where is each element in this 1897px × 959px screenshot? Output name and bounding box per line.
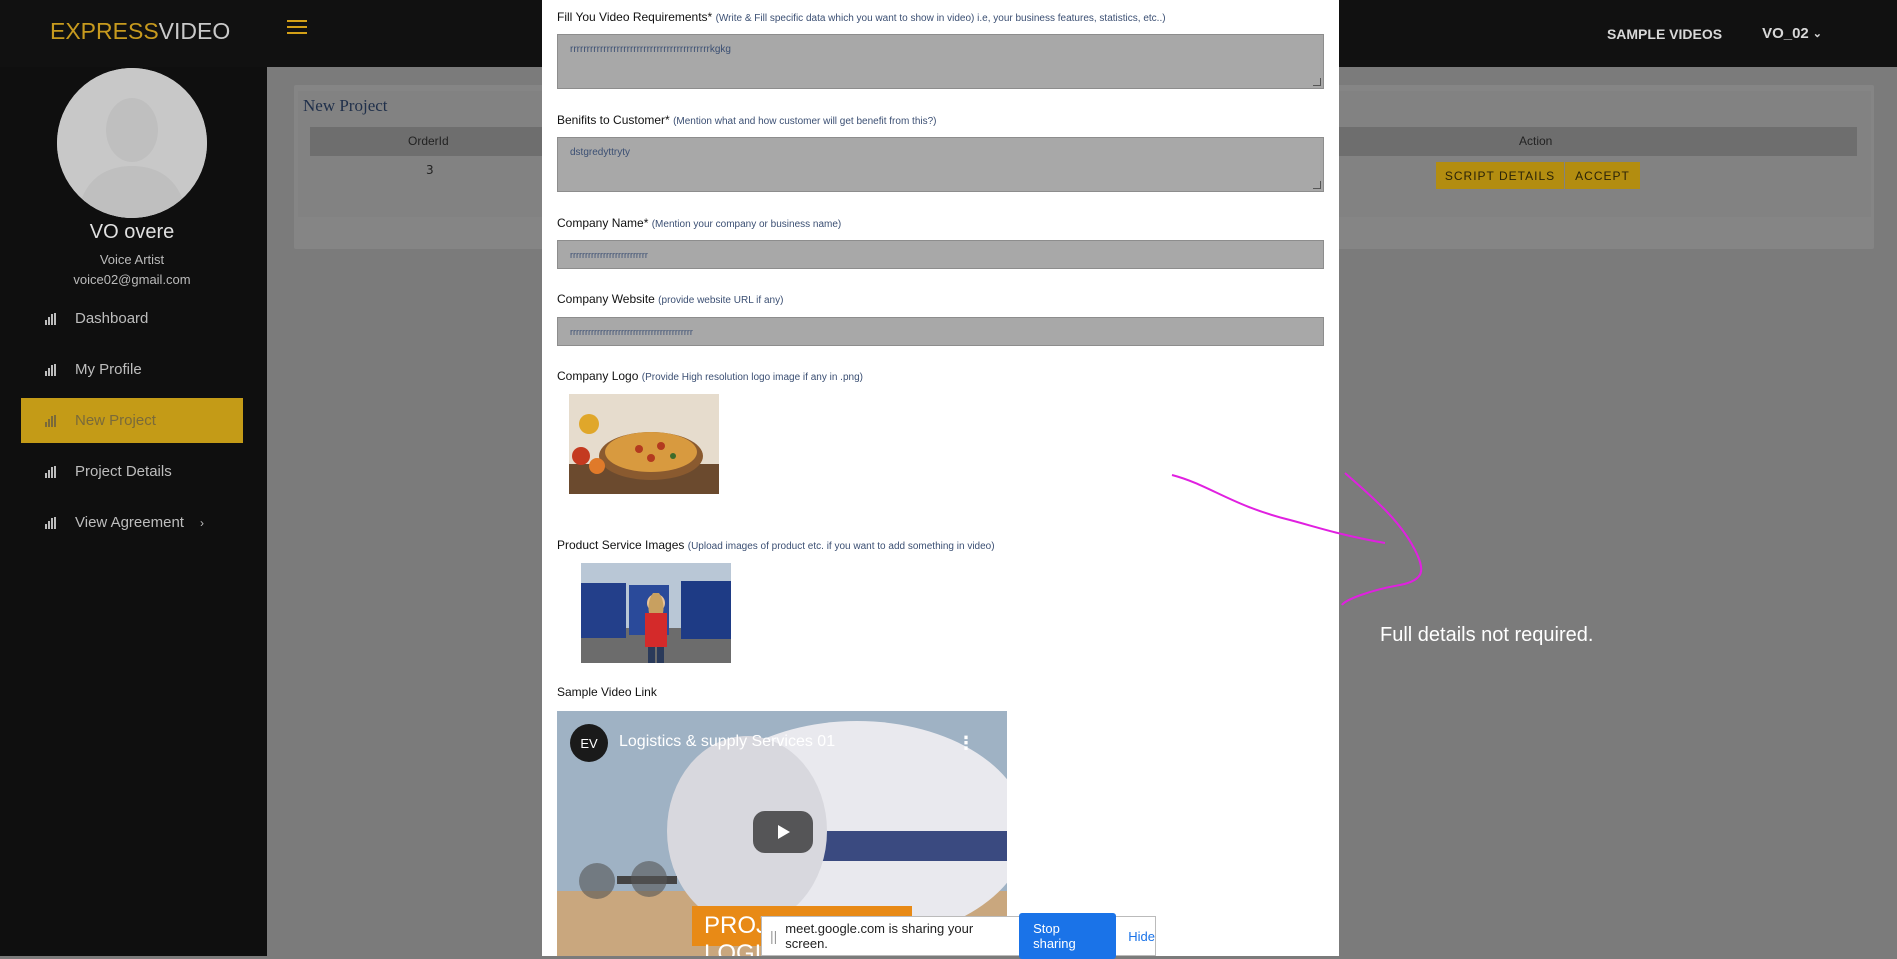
stop-sharing-button[interactable]: Stop sharing — [1019, 913, 1117, 959]
brand-logo[interactable]: EXPRESSVIDEO — [50, 18, 230, 45]
sidebar-item-dashboard[interactable]: Dashboard — [21, 296, 243, 341]
benefits-value: dstgredyttryty — [570, 147, 631, 158]
benefits-label: Benifits to Customer* (Mention what and … — [557, 113, 937, 127]
company-logo-hint: (Provide High resolution logo image if a… — [641, 372, 863, 383]
video-title[interactable]: Logistics & supply Services 01 — [619, 733, 835, 751]
hamburger-menu-icon[interactable] — [287, 20, 307, 34]
play-icon[interactable] — [753, 811, 813, 853]
company-name-hint: (Mention your company or business name) — [651, 219, 842, 230]
benefits-hint: (Mention what and how customer will get … — [673, 116, 937, 127]
page-title: New Project — [303, 96, 388, 115]
profile-email: voice02@gmail.com — [73, 272, 191, 287]
sidebar-item-view-agreement[interactable]: View Agreement › — [21, 500, 243, 545]
column-header-orderid: OrderId — [408, 134, 449, 148]
column-header-action: Action — [1519, 134, 1553, 148]
user-silhouette-icon — [57, 68, 207, 218]
company-name-label: Company Name* (Mention your company or b… — [557, 216, 841, 230]
product-images-label: Product Service Images (Upload images of… — [557, 538, 995, 552]
requirements-hint: (Write & Fill specific data which you wa… — [715, 13, 1166, 24]
sidebar: VO overe Voice Artist voice02@gmail.com … — [0, 67, 267, 956]
sidebar-item-my-profile[interactable]: My Profile — [21, 347, 243, 392]
company-website-label-text: Company Website — [557, 292, 655, 306]
sidebar-item-project-details[interactable]: Project Details — [21, 449, 243, 494]
product-service-image — [581, 563, 731, 663]
logo-video-text: VIDEO — [158, 18, 231, 44]
bar-chart-icon — [45, 414, 59, 427]
bar-chart-icon — [45, 312, 59, 325]
channel-avatar[interactable]: EV — [570, 724, 608, 762]
requirements-label-text: Fill You Video Requirements* — [557, 10, 713, 24]
sidebar-item-label: New Project — [75, 412, 156, 429]
accept-button[interactable]: ACCEPT — [1565, 162, 1640, 189]
product-images-hint: (Upload images of product etc. if you wa… — [687, 541, 995, 552]
profile-role: Voice Artist — [99, 252, 165, 267]
company-name-label-text: Company Name* — [557, 216, 649, 230]
sidebar-item-label: My Profile — [75, 361, 142, 378]
user-menu-label: VO_02 — [1762, 25, 1809, 42]
company-logo-label: Company Logo (Provide High resolution lo… — [557, 369, 863, 383]
company-logo-image — [569, 394, 719, 494]
requirements-textarea[interactable]: rrrrrrrrrrrrrrrrrrrrrrrrrrrrrrrrrrrrrrrr… — [557, 34, 1324, 89]
requirements-value: rrrrrrrrrrrrrrrrrrrrrrrrrrrrrrrrrrrrrrrr… — [570, 44, 731, 55]
annotation-arrow-drawing — [1171, 472, 1423, 606]
company-logo-label-text: Company Logo — [557, 369, 639, 383]
sidebar-item-label: Project Details — [75, 463, 172, 480]
annotation-note: Full details not required. — [1380, 624, 1594, 646]
product-images-label-text: Product Service Images — [557, 538, 685, 552]
company-website-label: Company Website (provide website URL if … — [557, 292, 783, 306]
resize-handle-icon[interactable] — [1313, 78, 1321, 86]
chevron-down-icon: ⌄ — [1812, 28, 1822, 40]
hide-link[interactable]: Hide — [1128, 929, 1155, 944]
sample-videos-link[interactable]: SAMPLE VIDEOS — [1607, 26, 1722, 42]
top-right-nav: SAMPLE VIDEOS VO_02 ⌄ — [1607, 0, 1897, 67]
chevron-right-icon: › — [199, 515, 204, 530]
sample-video-label: Sample Video Link — [557, 685, 657, 699]
profile-name: VO overe — [89, 221, 175, 243]
company-name-input[interactable]: rrrrrrrrrrrrrrrrrrrrrrrrrr — [557, 240, 1324, 269]
drag-handle-icon[interactable]: || — [770, 928, 777, 944]
sidebar-item-label: Dashboard — [75, 310, 149, 327]
bar-chart-icon — [45, 465, 59, 478]
company-website-input[interactable]: rrrrrrrrrrrrrrrrrrrrrrrrrrrrrrrrrrrrrrrr… — [557, 317, 1324, 346]
bar-chart-icon — [45, 516, 59, 529]
script-details-button[interactable]: SCRIPT DETAILS — [1436, 162, 1564, 189]
sample-video-label-text: Sample Video Link — [557, 685, 657, 699]
benefits-textarea[interactable]: dstgredyttryty — [557, 137, 1324, 192]
screen-share-bar: || meet.google.com is sharing your scree… — [761, 913, 1156, 959]
requirements-label: Fill You Video Requirements* (Write & Fi… — [557, 10, 1166, 24]
share-status-text: meet.google.com is sharing your screen. — [785, 921, 974, 951]
more-options-icon[interactable]: ⋮ — [957, 733, 975, 754]
avatar — [57, 68, 207, 218]
logo-express-text: EXPRESS — [50, 18, 159, 44]
sidebar-item-new-project[interactable]: New Project — [21, 398, 243, 443]
user-menu[interactable]: VO_02 ⌄ — [1762, 25, 1822, 42]
sidebar-nav: Dashboard My Profile New Project Project… — [21, 296, 243, 551]
company-website-hint: (provide website URL if any) — [658, 295, 784, 306]
bar-chart-icon — [45, 363, 59, 376]
sidebar-item-label: View Agreement — [75, 514, 184, 531]
benefits-label-text: Benifits to Customer* — [557, 113, 670, 127]
resize-handle-icon[interactable] — [1313, 181, 1321, 189]
table-cell-orderid: 3 — [426, 163, 434, 177]
